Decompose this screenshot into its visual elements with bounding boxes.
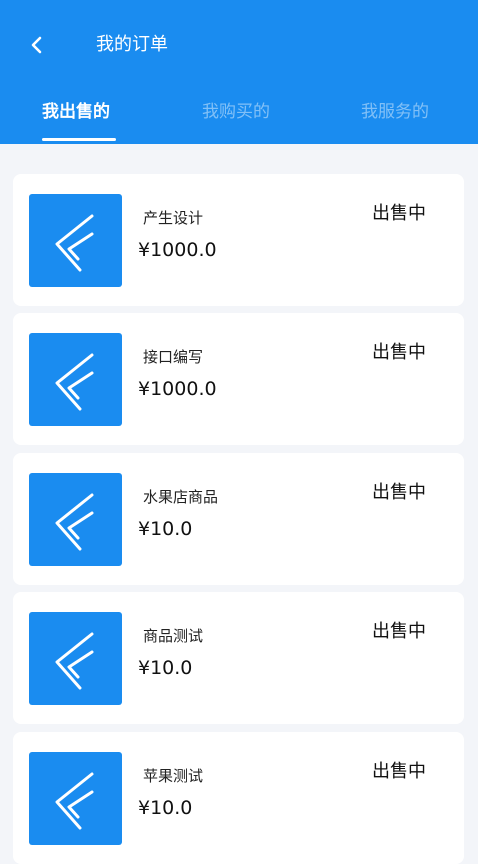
tab-serviced[interactable]: 我服务的 [361,100,429,124]
logo-icon [55,214,94,272]
order-card[interactable]: 苹果测试 ¥10.0 出售中 [13,732,464,864]
logo-icon [55,493,94,551]
product-thumbnail [29,473,122,566]
tab-selling[interactable]: 我出售的 [42,100,110,124]
product-name: 接口编写 [143,348,204,366]
tab-bought[interactable]: 我购买的 [202,100,270,124]
page-title: 我的订单 [96,34,168,55]
product-price: ¥10.0 [138,797,193,819]
product-thumbnail [29,333,122,426]
order-status: 出售中 [372,482,426,503]
product-thumbnail [29,612,122,705]
order-card[interactable]: 水果店商品 ¥10.0 出售中 [13,453,464,585]
logo-icon [55,772,94,830]
order-card[interactable]: 商品测试 ¥10.0 出售中 [13,592,464,724]
product-name: 苹果测试 [143,767,204,785]
back-button[interactable] [22,30,52,60]
product-name: 水果店商品 [143,488,219,506]
order-status: 出售中 [372,342,426,363]
product-price: ¥1000.0 [138,378,217,400]
product-name: 商品测试 [143,627,204,645]
product-price: ¥1000.0 [138,239,217,261]
product-price: ¥10.0 [138,518,193,540]
order-status: 出售中 [372,621,426,642]
logo-icon [55,632,94,690]
product-price: ¥10.0 [138,657,193,679]
order-status: 出售中 [372,203,426,224]
chevron-left-icon [31,36,42,54]
product-thumbnail [29,752,122,845]
order-card[interactable]: 产生设计 ¥1000.0 出售中 [13,174,464,306]
logo-icon [55,353,94,411]
product-thumbnail [29,194,122,287]
tab-indicator [42,138,116,141]
app-header: 我的订单 我出售的 我购买的 我服务的 [0,0,478,144]
tab-bar: 我出售的 我购买的 我服务的 [0,96,478,144]
order-card[interactable]: 接口编写 ¥1000.0 出售中 [13,313,464,445]
order-status: 出售中 [372,761,426,782]
product-name: 产生设计 [143,209,204,227]
